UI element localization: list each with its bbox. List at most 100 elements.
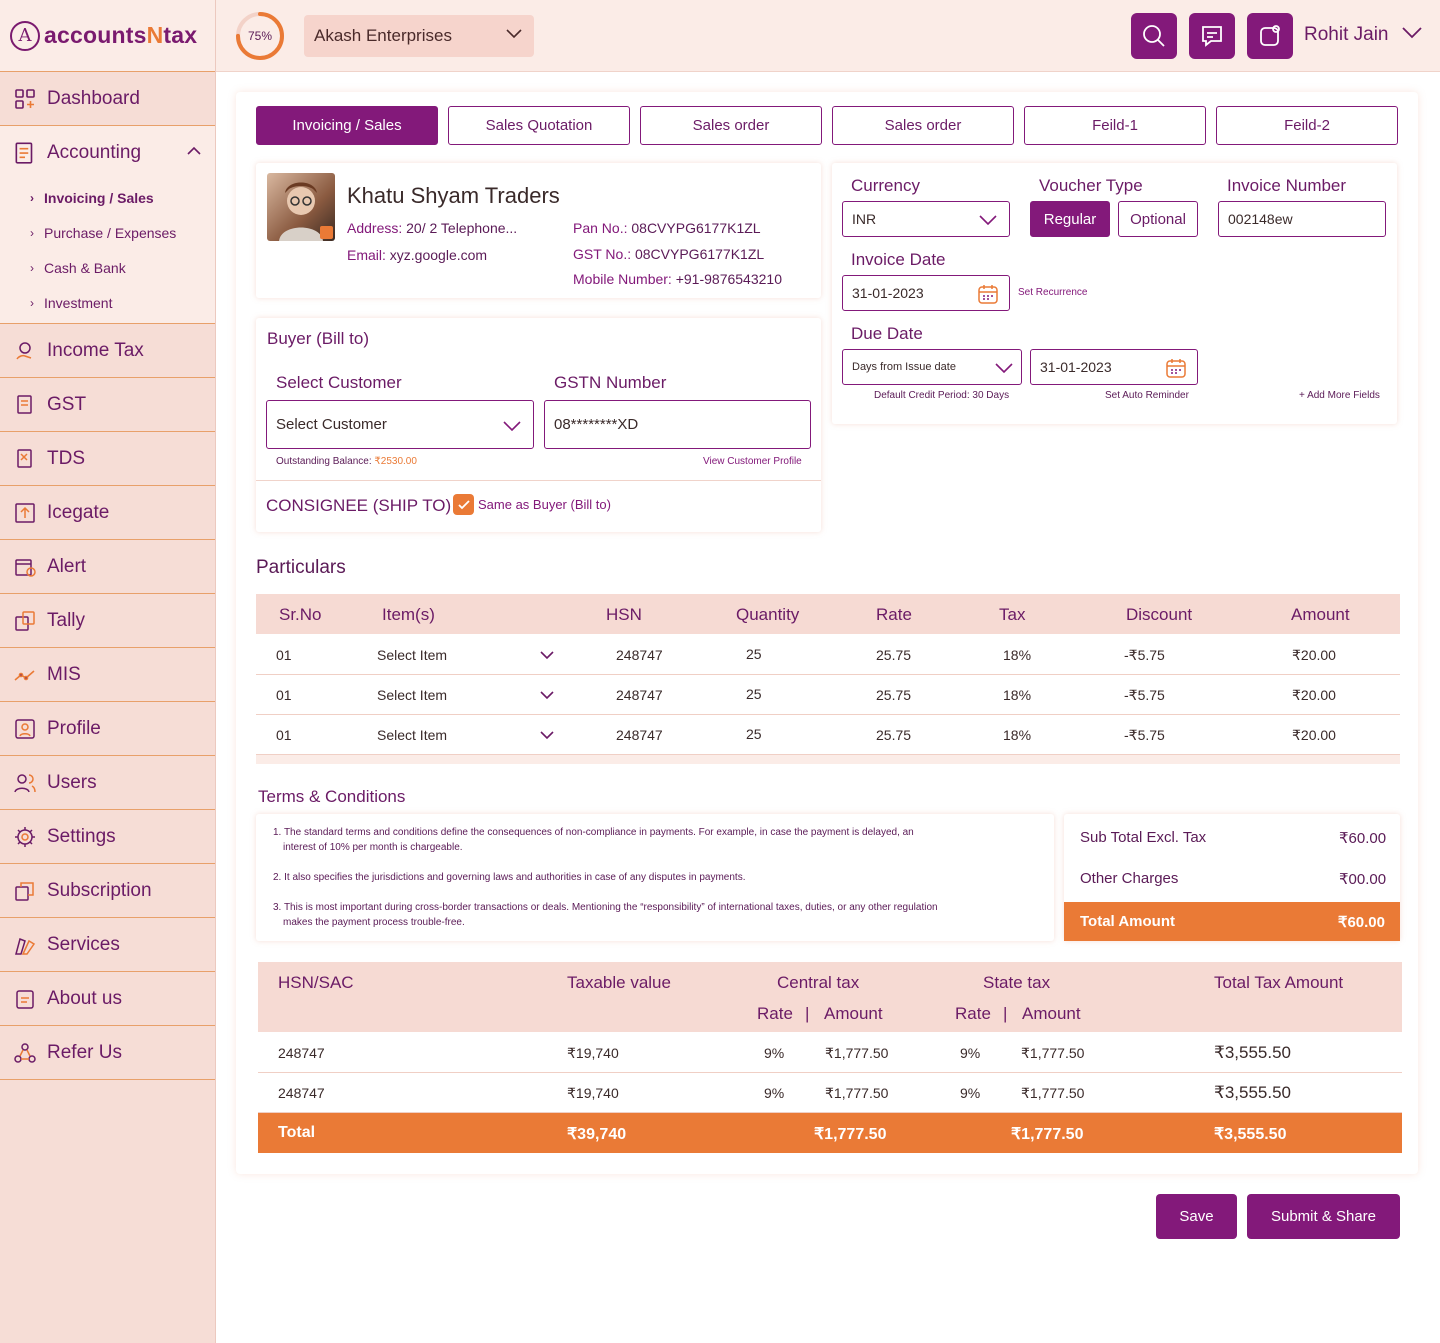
sidebar-item-tally[interactable]: Tally	[0, 594, 215, 648]
seller-name: Khatu Shyam Traders	[347, 183, 560, 208]
col-total-tax-amount: Total Tax Amount	[1214, 973, 1344, 992]
sidebar-subitem-cash-bank[interactable]: › Cash & Bank	[0, 250, 215, 285]
chevron-down-icon[interactable]	[1402, 27, 1422, 39]
search-button[interactable]	[1131, 13, 1177, 59]
item-select[interactable]: Select Item	[377, 727, 447, 743]
calendar-icon[interactable]	[1165, 357, 1187, 379]
same-as-buyer-label: Same as Buyer (Bill to)	[478, 497, 611, 512]
col-discount: Discount	[1126, 605, 1193, 624]
tab-invoicing-sales[interactable]: Invoicing / Sales	[256, 106, 438, 145]
col-taxable-value: Taxable value	[567, 973, 671, 992]
sidebar-item-services[interactable]: Services	[0, 918, 215, 972]
user-name[interactable]: Rohit Jain	[1304, 24, 1389, 46]
sidebar-item-tds[interactable]: TDS	[0, 432, 215, 486]
currency-label: Currency	[851, 176, 920, 195]
sidebar-item-alert[interactable]: Alert	[0, 540, 215, 594]
topbar: 75% Akash Enterprises Rohit Jain	[216, 0, 1440, 72]
sidebar-item-icegate[interactable]: Icegate	[0, 486, 215, 540]
col-state-amount: Amount	[1022, 1004, 1081, 1023]
same-as-buyer-checkbox[interactable]	[453, 494, 474, 515]
chevron-down-icon[interactable]	[540, 691, 554, 700]
sidebar-item-income-tax[interactable]: Income Tax	[0, 324, 215, 378]
set-auto-reminder-link[interactable]: Set Auto Reminder	[1105, 390, 1189, 401]
messages-button[interactable]	[1189, 13, 1235, 59]
tab-sales-quotation[interactable]: Sales Quotation	[448, 106, 630, 145]
tab-sales-order[interactable]: Sales order	[640, 106, 822, 145]
chevron-down-icon	[506, 29, 522, 39]
notifications-button[interactable]	[1247, 13, 1293, 59]
voucher-optional-button[interactable]: Optional	[1118, 201, 1198, 237]
chevron-down-icon[interactable]	[540, 731, 554, 740]
sidebar-subitem-invoicing[interactable]: › Invoicing / Sales	[0, 180, 215, 215]
sidebar-item-accounting[interactable]: Accounting	[0, 126, 215, 180]
chevron-right-icon: ›	[30, 190, 34, 205]
terms-line: interest of 10% per month is chargeable.	[283, 842, 463, 853]
total-amount-label: Total Amount	[1080, 913, 1175, 930]
currency-select[interactable]: INR	[842, 201, 1010, 237]
table-row: 01 Select Item 248747 25 25.75 18% -₹5.7…	[256, 635, 1400, 675]
customer-select[interactable]: Select Customer	[266, 400, 534, 449]
sidebar-item-users[interactable]: Users	[0, 756, 215, 810]
save-button[interactable]: Save	[1156, 1194, 1237, 1239]
terms-title: Terms & Conditions	[258, 787, 406, 806]
chevron-up-icon[interactable]	[187, 146, 201, 156]
sidebar-item-dashboard[interactable]: Dashboard	[0, 72, 215, 126]
tab-feild-2[interactable]: Feild-2	[1216, 106, 1398, 145]
col-items: Item(s)	[382, 605, 435, 624]
invoice-date-label: Invoice Date	[851, 250, 946, 269]
col-hsn: HSN	[606, 605, 642, 624]
tds-icon	[12, 446, 38, 472]
sidebar-item-gst[interactable]: GST	[0, 378, 215, 432]
gstn-input[interactable]: 08********XD	[544, 400, 811, 449]
sidebar-subitem-purchase[interactable]: › Purchase / Expenses	[0, 215, 215, 250]
seller-pan: 08CVYPG6177K1ZL	[631, 220, 761, 236]
sidebar-item-settings[interactable]: Settings	[0, 810, 215, 864]
chevron-right-icon: ›	[30, 260, 34, 275]
sidebar-item-mis[interactable]: MIS	[0, 648, 215, 702]
seller-email: xyz.google.com	[389, 247, 488, 263]
seller-address: 20/ 2 Telephone...	[406, 220, 518, 236]
invoice-date-input[interactable]: 31-01-2023	[842, 275, 1010, 311]
table-row: 01 Select Item 248747 25 25.75 18% -₹5.7…	[256, 675, 1400, 715]
voucher-regular-button[interactable]: Regular	[1030, 201, 1110, 237]
due-date-input[interactable]: 31-01-2023	[1030, 349, 1198, 385]
table-footer-strip	[256, 755, 1400, 764]
calendar-icon[interactable]	[977, 283, 999, 305]
gstn-label: GSTN Number	[554, 373, 667, 392]
chevron-down-icon	[995, 363, 1013, 373]
sidebar-item-refer-us[interactable]: Refer Us	[0, 1026, 215, 1080]
due-mode-select[interactable]: Days from Issue date	[842, 349, 1022, 385]
tab-feild-1[interactable]: Feild-1	[1024, 106, 1206, 145]
profile-icon	[12, 716, 38, 742]
sidebar-subitem-investment[interactable]: › Investment	[0, 285, 215, 320]
tab-sales-order-2[interactable]: Sales order	[832, 106, 1014, 145]
divider	[256, 480, 821, 481]
set-recurrence-link[interactable]: Set Recurrence	[1018, 287, 1087, 298]
seller-mobile: +91-9876543210	[675, 271, 782, 287]
chevron-right-icon: ›	[30, 225, 34, 240]
income-tax-icon	[12, 338, 38, 364]
item-select[interactable]: Select Item	[377, 687, 447, 703]
gst-icon	[12, 392, 38, 418]
brand-logo[interactable]: A accountsNtax	[0, 0, 215, 72]
total-amount-bar: Total Amount ₹60.00	[1064, 902, 1400, 941]
sidebar-item-subscription[interactable]: Subscription	[0, 864, 215, 918]
item-select[interactable]: Select Item	[377, 647, 447, 663]
edit-photo-icon[interactable]	[320, 226, 333, 239]
particulars-title: Particulars	[256, 557, 346, 578]
sidebar-item-profile[interactable]: Profile	[0, 702, 215, 756]
trend-icon	[12, 662, 38, 688]
col-state-rate: Rate	[955, 1004, 991, 1023]
company-select[interactable]: Akash Enterprises	[304, 15, 534, 57]
add-more-fields-link[interactable]: + Add More Fields	[1299, 390, 1380, 401]
view-customer-profile-link[interactable]: View Customer Profile	[703, 456, 802, 467]
logo-mark-icon: A	[10, 20, 40, 51]
col-tax: Tax	[999, 605, 1026, 624]
chevron-down-icon[interactable]	[540, 651, 554, 660]
submit-share-button[interactable]: Submit & Share	[1247, 1194, 1400, 1239]
subtotal-value: ₹60.00	[1339, 830, 1387, 847]
check-icon	[457, 499, 470, 509]
invoice-number-input[interactable]: 002148ew	[1218, 201, 1386, 237]
chevron-down-icon	[979, 215, 997, 225]
sidebar-item-about-us[interactable]: About us	[0, 972, 215, 1026]
